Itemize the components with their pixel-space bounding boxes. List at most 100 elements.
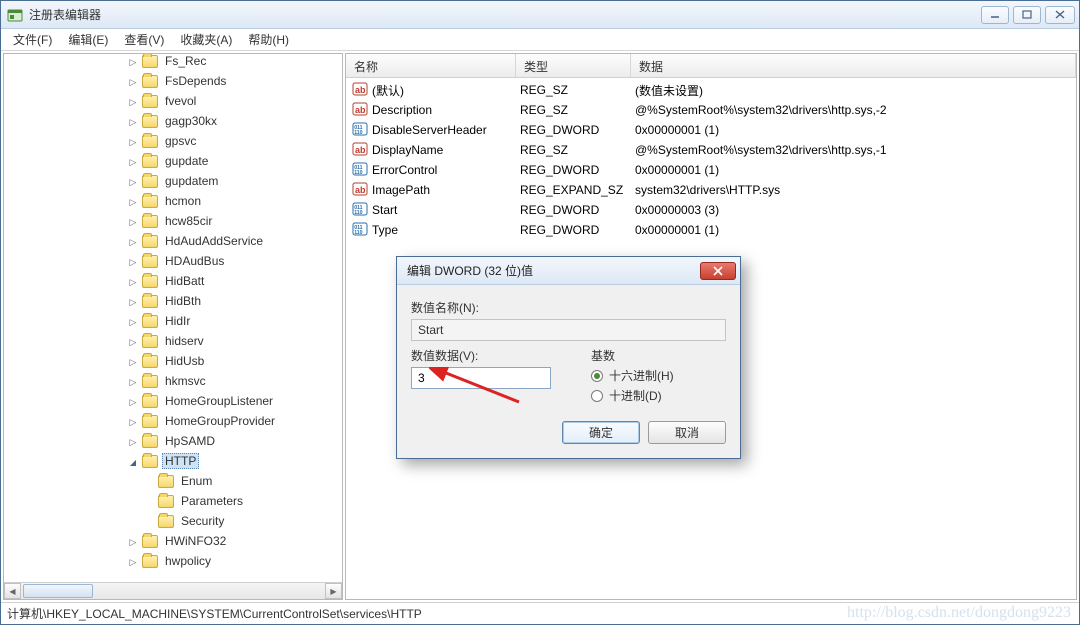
tree-node[interactable]: Fs_Rec [4, 54, 342, 71]
tree-node[interactable]: HTTP [4, 451, 342, 471]
expand-icon[interactable] [126, 394, 140, 408]
value-type: REG_DWORD [516, 223, 631, 237]
expand-icon[interactable] [126, 314, 140, 328]
expand-icon[interactable] [126, 214, 140, 228]
tree-node[interactable]: HWiNFO32 [4, 531, 342, 551]
tree-node-label: hcw85cir [162, 213, 215, 229]
tree-node[interactable]: Parameters [4, 491, 342, 511]
list-row[interactable]: 011110ErrorControlREG_DWORD0x00000001 (1… [346, 160, 1076, 180]
menu-file[interactable]: 文件(F) [5, 29, 60, 50]
list-row[interactable]: abImagePathREG_EXPAND_SZsystem32\drivers… [346, 180, 1076, 200]
col-name[interactable]: 名称 [346, 54, 516, 77]
tree-node[interactable]: HidIr [4, 311, 342, 331]
radio-dec[interactable]: 十进制(D) [591, 387, 726, 404]
tree-node-label: HWiNFO32 [162, 533, 229, 549]
tree-node[interactable]: gpsvc [4, 131, 342, 151]
menu-favorites[interactable]: 收藏夹(A) [172, 29, 240, 50]
expand-icon[interactable] [126, 334, 140, 348]
expand-icon[interactable] [126, 374, 140, 388]
expand-icon[interactable] [126, 234, 140, 248]
expand-icon[interactable] [126, 114, 140, 128]
value-data: 0x00000001 (1) [631, 123, 1076, 137]
list-row[interactable]: ab(默认)REG_SZ(数值未设置) [346, 80, 1076, 100]
radio-hex[interactable]: 十六进制(H) [591, 367, 726, 384]
radio-hex-indicator [591, 370, 603, 382]
folder-icon [142, 115, 158, 128]
value-data: @%SystemRoot%\system32\drivers\http.sys,… [631, 103, 1076, 117]
tree-node[interactable]: FsDepends [4, 71, 342, 91]
expand-icon[interactable] [126, 414, 140, 428]
expand-icon[interactable] [126, 274, 140, 288]
tree-node[interactable]: hcw85cir [4, 211, 342, 231]
tree-node[interactable]: HidBth [4, 291, 342, 311]
expand-icon[interactable] [126, 174, 140, 188]
tree-node[interactable]: Enum [4, 471, 342, 491]
svg-text:ab: ab [355, 105, 366, 115]
expand-icon[interactable] [126, 194, 140, 208]
tree-node[interactable]: Security [4, 511, 342, 531]
menu-edit[interactable]: 编辑(E) [60, 29, 116, 50]
dialog-close-button[interactable] [700, 262, 736, 280]
scroll-left-button[interactable]: ◀ [4, 583, 21, 599]
tree-node[interactable]: hidserv [4, 331, 342, 351]
tree-node[interactable]: fvevol [4, 91, 342, 111]
tree-node[interactable]: hkmsvc [4, 371, 342, 391]
expand-icon[interactable] [126, 294, 140, 308]
list-row[interactable]: abDisplayNameREG_SZ@%SystemRoot%\system3… [346, 140, 1076, 160]
expand-icon[interactable] [126, 554, 140, 568]
hscroll-thumb[interactable] [23, 584, 93, 598]
menu-bar: 文件(F) 编辑(E) 查看(V) 收藏夹(A) 帮助(H) [1, 29, 1079, 51]
expand-collapse-icon[interactable] [126, 454, 140, 468]
col-type[interactable]: 类型 [516, 54, 631, 77]
cancel-button[interactable]: 取消 [648, 421, 726, 444]
tree-node[interactable]: HidUsb [4, 351, 342, 371]
maximize-button[interactable] [1013, 6, 1041, 24]
expand-icon[interactable] [126, 94, 140, 108]
tree-node[interactable]: hcmon [4, 191, 342, 211]
ok-button[interactable]: 确定 [562, 421, 640, 444]
expand-icon[interactable] [126, 434, 140, 448]
radio-hex-label: 十六进制(H) [609, 367, 674, 384]
tree-node[interactable]: HDAudBus [4, 251, 342, 271]
tree-node-label: HTTP [162, 453, 199, 469]
expand-icon[interactable] [126, 54, 140, 68]
expand-icon[interactable] [126, 154, 140, 168]
dword-value-icon: 011110 [352, 201, 368, 220]
tree-node[interactable]: HidBatt [4, 271, 342, 291]
tree-node-label: HidBth [162, 293, 204, 309]
tree-node[interactable]: HpSAMD [4, 431, 342, 451]
tree-node[interactable]: hwpolicy [4, 551, 342, 571]
list-row[interactable]: 011110DisableServerHeaderREG_DWORD0x0000… [346, 120, 1076, 140]
dword-value-icon: 011110 [352, 221, 368, 240]
value-data-label: 数值数据(V): [411, 347, 561, 364]
tree-node[interactable]: gupdatem [4, 171, 342, 191]
list-row[interactable]: abDescriptionREG_SZ@%SystemRoot%\system3… [346, 100, 1076, 120]
folder-icon [142, 195, 158, 208]
list-row[interactable]: 011110StartREG_DWORD0x00000003 (3) [346, 200, 1076, 220]
expand-icon[interactable] [126, 254, 140, 268]
string-value-icon: ab [352, 141, 368, 160]
list-row[interactable]: 011110TypeREG_DWORD0x00000001 (1) [346, 220, 1076, 240]
tree-node[interactable]: HomeGroupProvider [4, 411, 342, 431]
expand-icon[interactable] [126, 74, 140, 88]
tree-node[interactable]: HomeGroupListener [4, 391, 342, 411]
tree-node[interactable]: HdAudAddService [4, 231, 342, 251]
tree-node[interactable]: gagp30kx [4, 111, 342, 131]
menu-view[interactable]: 查看(V) [116, 29, 172, 50]
menu-help[interactable]: 帮助(H) [240, 29, 297, 50]
col-data[interactable]: 数据 [631, 54, 1076, 77]
expand-icon[interactable] [126, 134, 140, 148]
expand-icon[interactable] [126, 354, 140, 368]
tree-node[interactable]: gupdate [4, 151, 342, 171]
value-name-field [411, 319, 726, 341]
value-data-field[interactable] [411, 367, 551, 389]
folder-icon [142, 235, 158, 248]
scroll-right-button[interactable]: ▶ [325, 583, 342, 599]
value-name: ImagePath [372, 183, 430, 197]
dword-value-icon: 011110 [352, 121, 368, 140]
close-button[interactable] [1045, 6, 1075, 24]
minimize-button[interactable] [981, 6, 1009, 24]
expand-icon[interactable] [126, 534, 140, 548]
folder-icon [142, 95, 158, 108]
tree-hscrollbar[interactable]: ◀ ▶ [4, 582, 342, 599]
